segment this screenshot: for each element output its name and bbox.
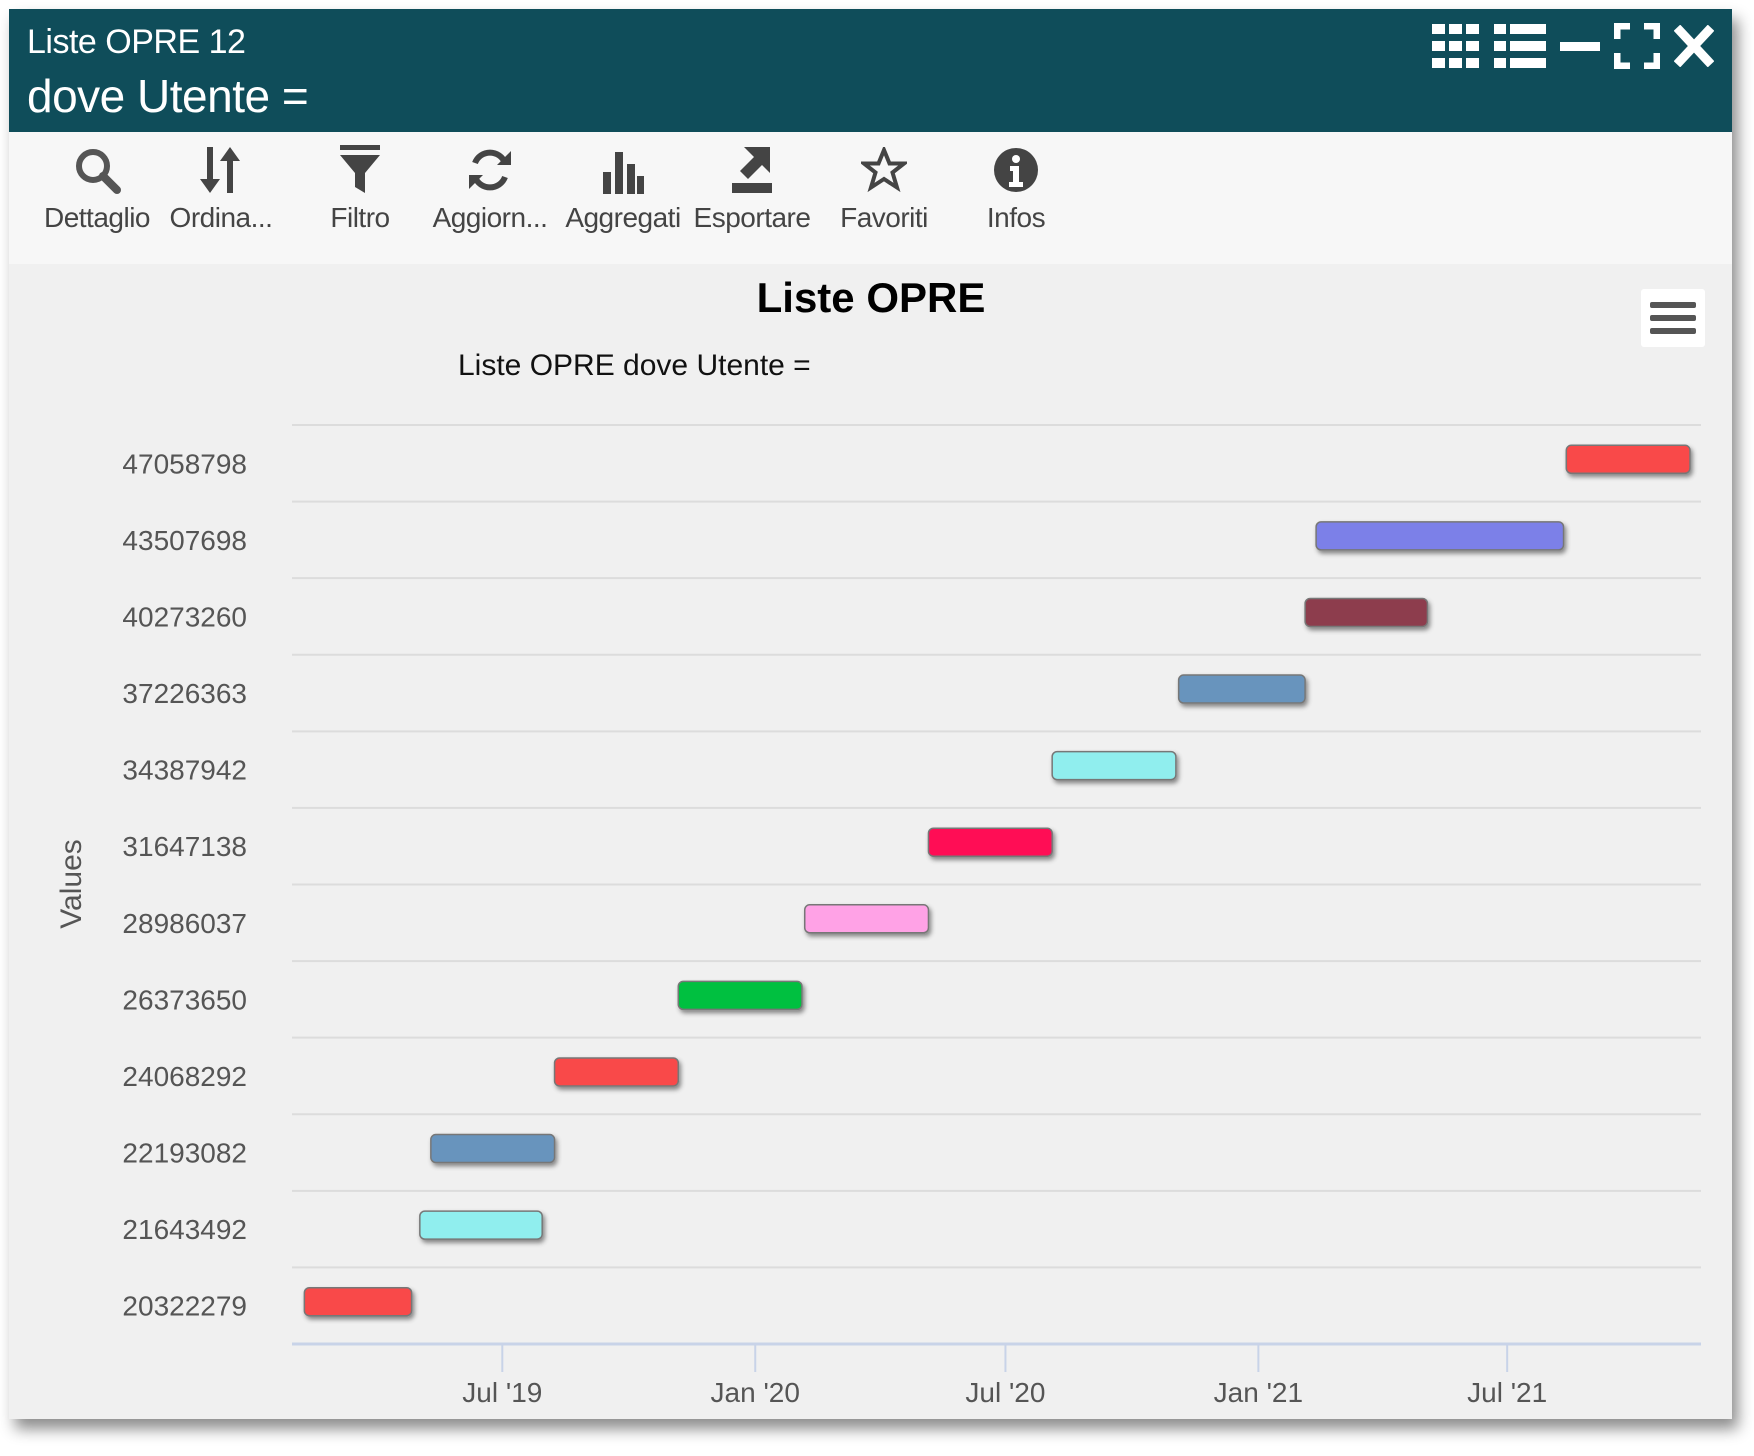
aggregati-label: Aggregati [559,202,687,234]
gantt-bar[interactable] [1566,445,1690,473]
window-header: Liste OPRE 12 dove Utente = [9,9,1732,132]
info-icon [992,146,1040,199]
gantt-bar[interactable] [431,1135,555,1163]
gantt-chart: Liste OPRE Liste OPRE dove Utente = Valu… [9,264,1732,1419]
y-tick-label: 34387942 [122,755,247,786]
x-tick-label: Jul '21 [1467,1377,1547,1408]
y-tick-label: 31647138 [122,831,247,862]
x-tick-label: Jan '21 [1214,1377,1303,1408]
aggregati-button[interactable]: Aggregati [559,142,687,234]
infos-button[interactable]: Infos [952,142,1080,234]
ordina-label: Ordina... [157,202,285,234]
y-tick-label: 20322279 [122,1291,247,1322]
minimize-icon[interactable] [1560,24,1600,73]
y-tick-label: 47058798 [122,448,247,479]
gantt-bar[interactable] [1305,598,1427,626]
y-tick-label: 22193082 [122,1138,247,1169]
x-tick-label: Jul '20 [965,1377,1045,1408]
gantt-bar[interactable] [805,905,929,933]
grid-view-icon[interactable] [1432,24,1480,73]
y-tick-label: 43507698 [122,525,247,556]
gantt-bar[interactable] [304,1288,411,1316]
refresh-icon [467,145,513,200]
y-tick-label: 37226363 [122,678,247,709]
gantt-bar[interactable] [1052,752,1176,780]
filtro-label: Filtro [296,202,424,234]
chart-title: Liste OPRE [757,274,986,321]
hamburger-icon [1650,302,1696,308]
infos-label: Infos [952,202,1080,234]
close-icon[interactable] [1674,25,1714,72]
aggiorna-button[interactable]: Aggiorn... [426,142,554,234]
y-tick-label: 24068292 [122,1061,247,1092]
gantt-bar[interactable] [420,1211,542,1239]
search-icon [73,146,121,199]
star-icon [861,147,907,198]
y-tick-label: 40273260 [122,601,247,632]
sort-icon [199,145,243,200]
x-tick-label: Jul '19 [462,1377,542,1408]
bar-chart-icon [601,146,645,199]
maximize-icon[interactable] [1614,23,1660,74]
filter-icon [340,145,380,200]
y-axis-title: Values [55,839,88,929]
ordina-button[interactable]: Ordina... [157,142,285,234]
gantt-bar[interactable] [555,1058,679,1086]
chart-subtitle: Liste OPRE dove Utente = [458,349,811,382]
x-tick-label: Jan '20 [711,1377,800,1408]
y-tick-label: 26373650 [122,984,247,1015]
aggiorna-label: Aggiorn... [426,202,554,234]
favoriti-label: Favoriti [820,202,948,234]
esportare-label: Esportare [688,202,816,234]
dettaglio-label: Dettaglio [33,202,161,234]
filtro-button[interactable]: Filtro [296,142,424,234]
y-tick-label: 28986037 [122,908,247,939]
chart-window: Liste OPRE 12 dove Utente = [9,9,1732,1419]
gantt-bar[interactable] [1316,522,1563,550]
list-view-icon[interactable] [1494,24,1546,73]
y-tick-label: 21643492 [122,1214,247,1245]
gantt-bar[interactable] [928,828,1052,856]
window-subtitle: dove Utente = [27,69,308,123]
dettaglio-button[interactable]: Dettaglio [33,142,161,234]
toolbar: Dettaglio Ordina... Filtro Aggiorn... Ag… [9,132,1732,264]
export-icon [730,145,774,200]
gantt-bar[interactable] [678,981,802,1009]
chart-menu-button[interactable] [1641,289,1705,347]
esportare-button[interactable]: Esportare [688,142,816,234]
window-title: Liste OPRE 12 [27,23,245,62]
gantt-bar[interactable] [1179,675,1305,703]
favoriti-button[interactable]: Favoriti [820,142,948,234]
